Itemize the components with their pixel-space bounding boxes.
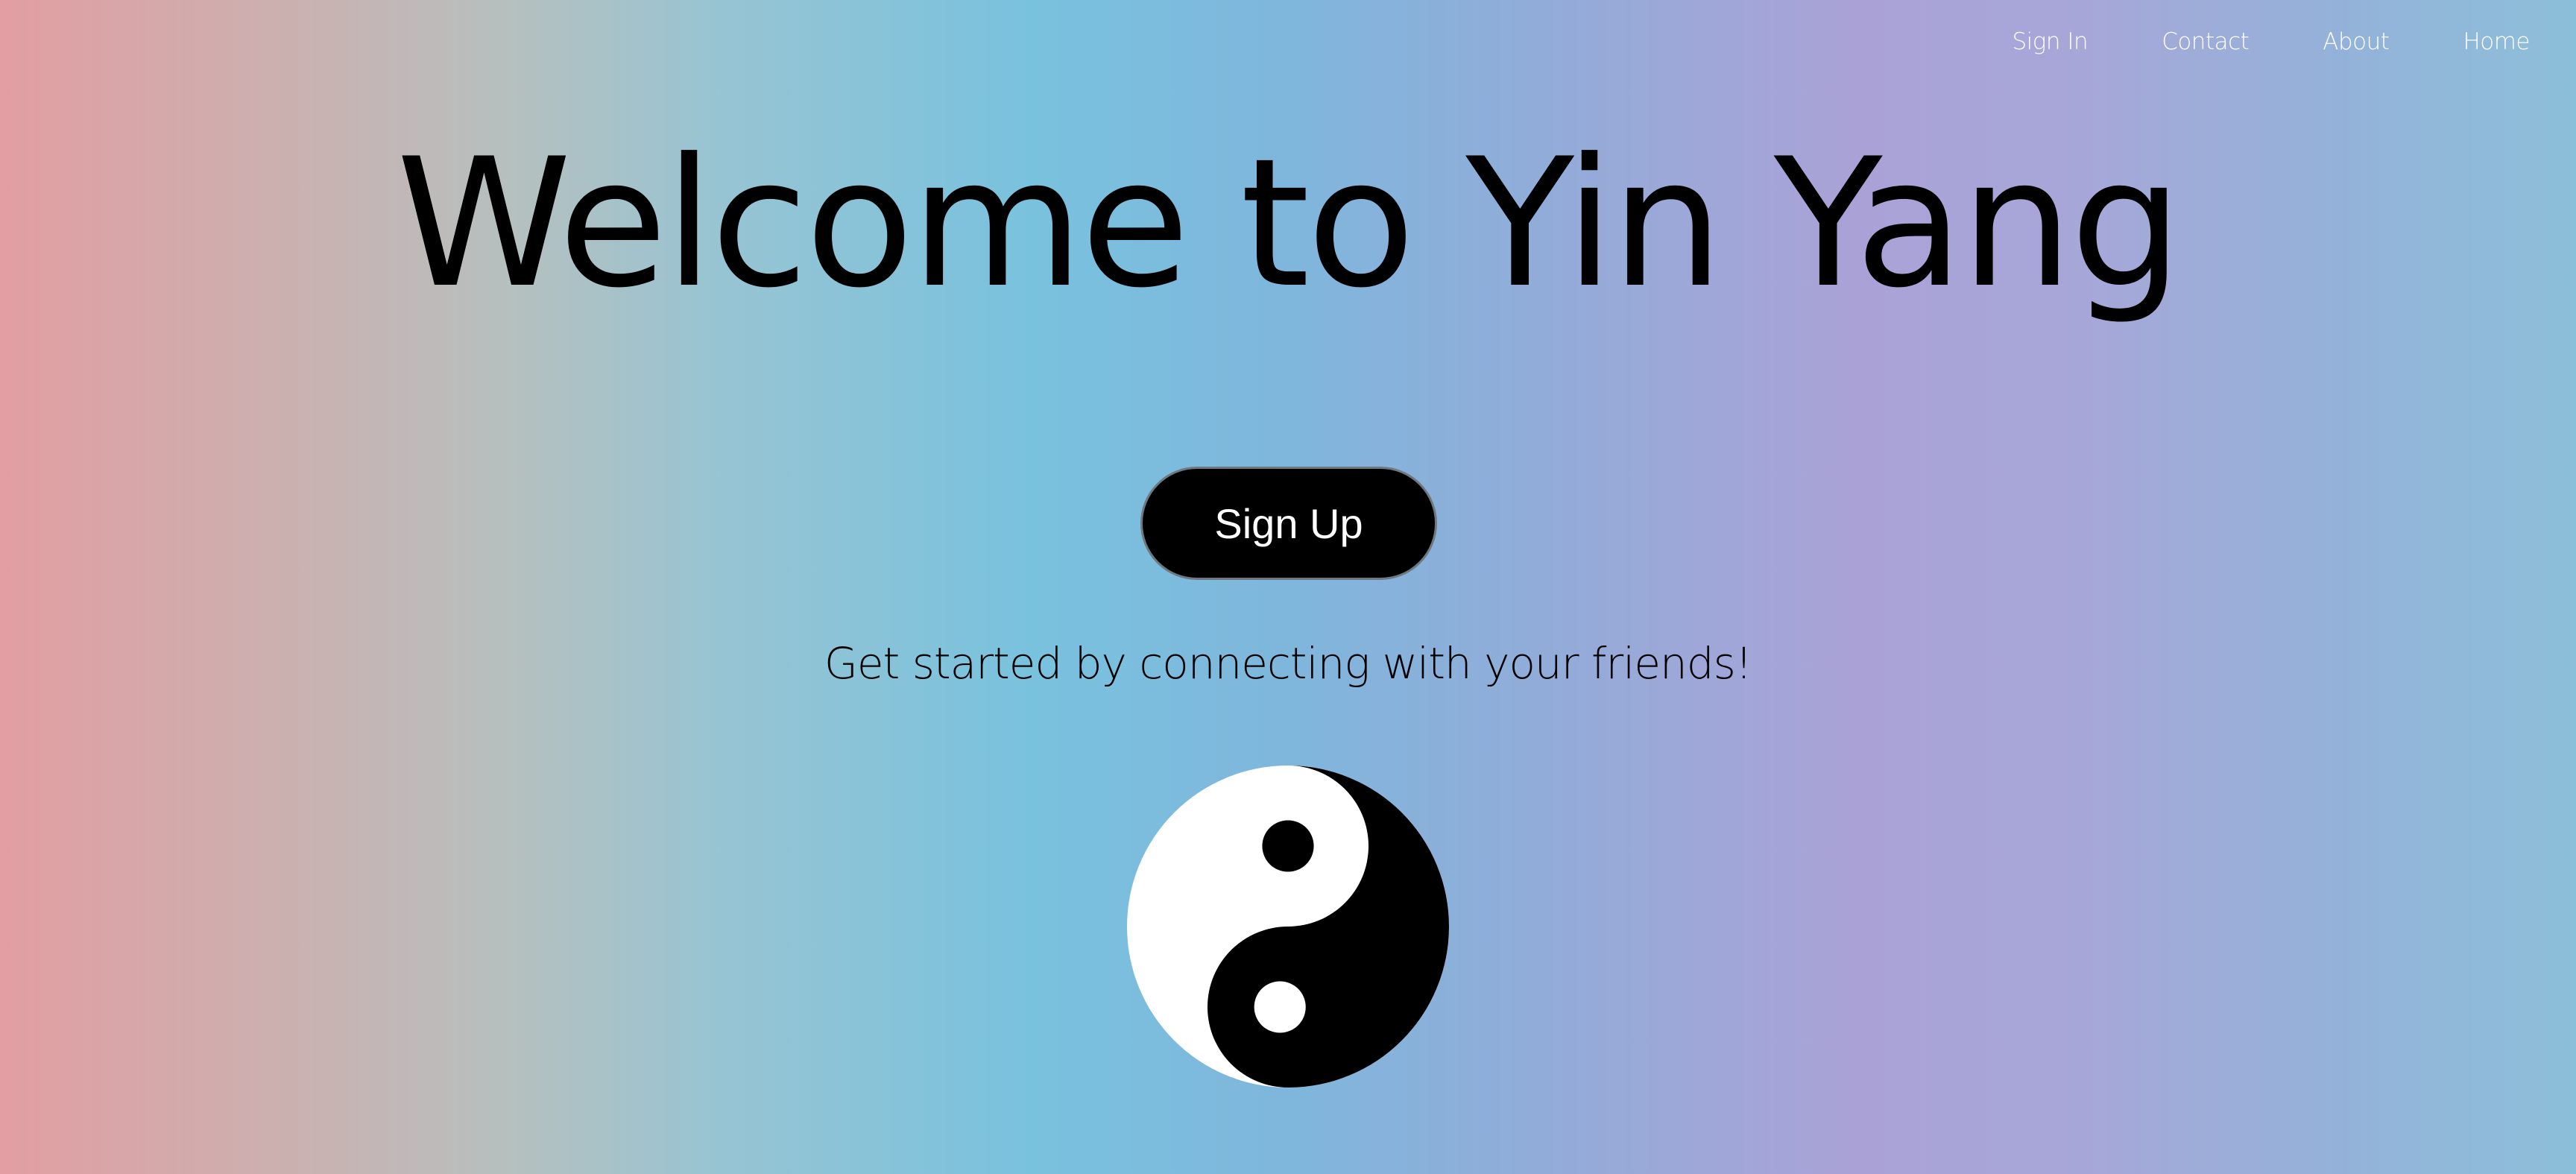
top-nav: Sign In Contact About Home bbox=[1939, 27, 2531, 57]
nav-link-home[interactable]: Home bbox=[2463, 27, 2530, 57]
nav-link-contact[interactable]: Contact bbox=[2162, 27, 2250, 57]
nav-link-sign-in[interactable]: Sign In bbox=[2012, 27, 2089, 57]
sign-up-button[interactable]: Sign Up bbox=[1140, 467, 1437, 580]
tagline: Get started by connecting with your frie… bbox=[824, 638, 1752, 689]
yin-yang-icon bbox=[1127, 766, 1449, 1088]
nav-link-about[interactable]: About bbox=[2323, 27, 2390, 57]
page-title: Welcome to Yin Yang bbox=[396, 121, 2183, 327]
